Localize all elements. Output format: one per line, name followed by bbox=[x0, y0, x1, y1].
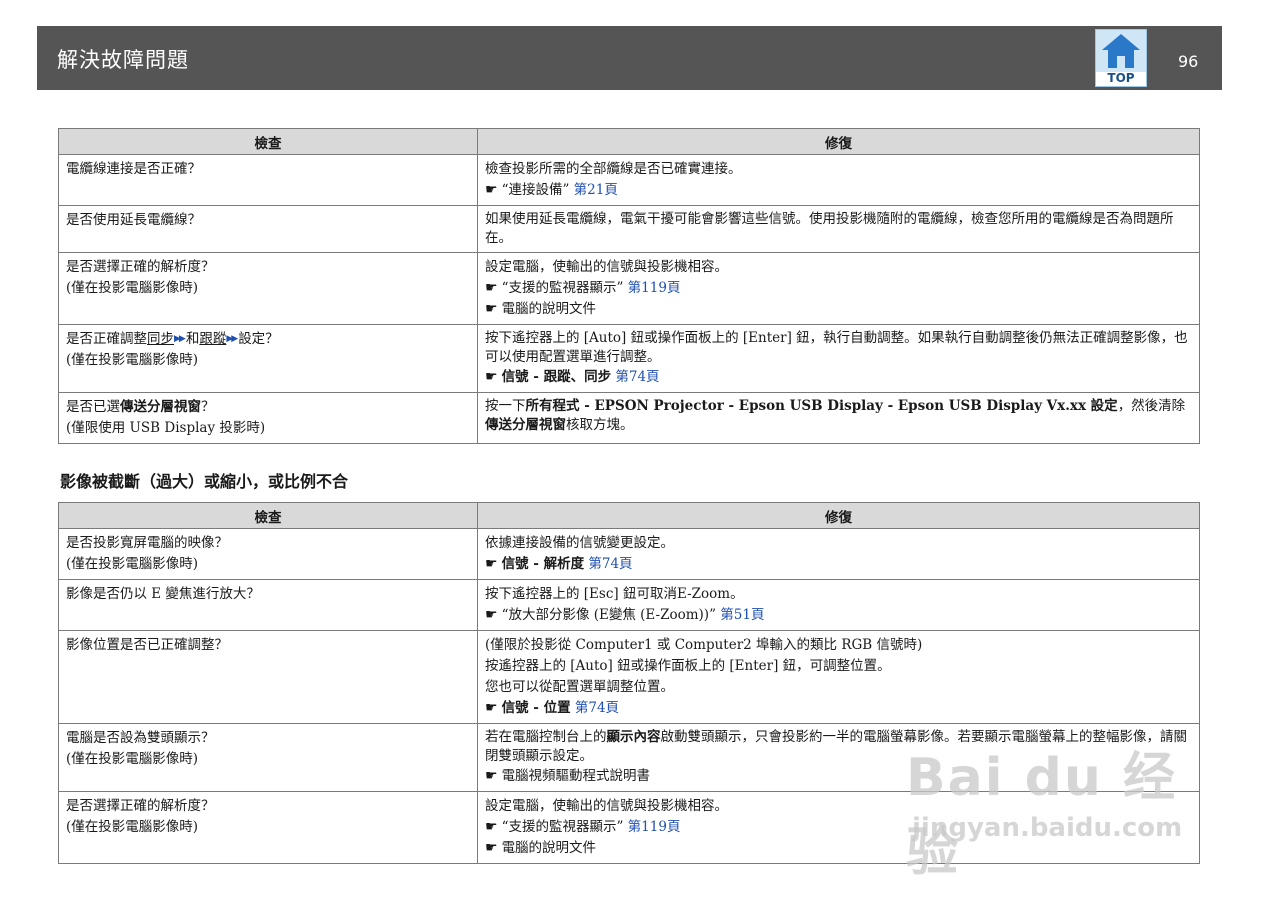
watermark: Bai du 经验 jingyan.baidu.com bbox=[906, 735, 1206, 883]
check-cell: 影像是否仍以 E 變焦進行放大？ bbox=[58, 579, 478, 631]
column-header-fix: 修復 bbox=[477, 502, 1200, 529]
check-cell: 是否正確調整同步▶▶ 和跟蹤▶▶ 設定？ (僅在投影電腦影像時) bbox=[58, 324, 478, 393]
top-label: TOP bbox=[1107, 71, 1135, 85]
pointing-hand-icon: ☛ bbox=[485, 607, 498, 623]
check-cell: 是否選擇正確的解析度？ (僅在投影電腦影像時) bbox=[58, 791, 478, 864]
house-icon bbox=[1096, 30, 1146, 72]
fix-cell: 按下遙控器上的 [Auto] 鈕或操作面板上的 [Enter] 鈕，執行自動調整… bbox=[477, 324, 1200, 393]
glossary-arrow-icon: ▶▶ bbox=[174, 334, 186, 344]
pointing-hand-icon: ☛ bbox=[485, 768, 498, 784]
page-header: 解決故障問題 TOP 96 bbox=[37, 26, 1222, 90]
pointing-hand-icon: ☛ bbox=[485, 280, 498, 296]
page-title: 解決故障問題 bbox=[57, 48, 189, 72]
table-row: 是否選擇正確的解析度？ (僅在投影電腦影像時) 設定電腦，使輸出的信號與投影機相… bbox=[58, 252, 1200, 325]
top-button[interactable]: TOP bbox=[1095, 29, 1147, 87]
watermark-url: jingyan.baidu.com bbox=[912, 813, 1183, 843]
glossary-arrow-icon: ▶▶ bbox=[226, 334, 238, 344]
watermark-brand: Bai du 经验 bbox=[906, 748, 1177, 883]
pointing-hand-icon: ☛ bbox=[485, 301, 498, 317]
table-row: 是否已選傳送分層視窗？ (僅限使用 USB Display 投影時) 按一下所有… bbox=[58, 392, 1200, 444]
pointing-hand-icon: ☛ bbox=[485, 556, 498, 572]
page-number: 96 bbox=[1178, 52, 1199, 71]
table-row: 是否使用延長電纜線？ 如果使用延長電纜線，電氣干擾可能會影響這些信號。使用投影機… bbox=[58, 205, 1200, 253]
fix-cell: 按一下所有程式 - EPSON Projector - Epson USB Di… bbox=[477, 392, 1200, 444]
page-link[interactable]: 第119頁 bbox=[628, 280, 681, 296]
fix-cell: 按下遙控器上的 [Esc] 鈕可取消E-Zoom。 ☛ “放大部分影像 (E變焦 … bbox=[477, 579, 1200, 631]
table-row: 影像位置是否已正確調整？ (僅限於投影從 Computer1 或 Compute… bbox=[58, 630, 1200, 724]
page-link[interactable]: 第51頁 bbox=[720, 607, 764, 623]
page-link[interactable]: 第74頁 bbox=[575, 700, 619, 716]
troubleshoot-table-1: 檢查 修復 電纜線連接是否正確？ 檢查投影所需的全部纜線是否已確實連接。 ☛ “連… bbox=[58, 128, 1200, 444]
pointing-hand-icon: ☛ bbox=[485, 840, 498, 856]
check-cell: 是否選擇正確的解析度？ (僅在投影電腦影像時) bbox=[58, 252, 478, 325]
check-cell: 是否使用延長電纜線？ bbox=[58, 205, 478, 253]
table-row: 影像是否仍以 E 變焦進行放大？ 按下遙控器上的 [Esc] 鈕可取消E-Zoo… bbox=[58, 579, 1200, 631]
page-link[interactable]: 第21頁 bbox=[574, 182, 618, 198]
fix-cell: 如果使用延長電纜線，電氣干擾可能會影響這些信號。使用投影機隨附的電纜線，檢查您所… bbox=[477, 205, 1200, 253]
check-cell: 是否投影寬屏電腦的映像？ (僅在投影電腦影像時) bbox=[58, 528, 478, 580]
column-header-fix: 修復 bbox=[477, 128, 1200, 155]
table-row: 是否正確調整同步▶▶ 和跟蹤▶▶ 設定？ (僅在投影電腦影像時) 按下遙控器上的 [… bbox=[58, 324, 1200, 393]
check-cell: 影像位置是否已正確調整？ bbox=[58, 630, 478, 724]
table-row: 電纜線連接是否正確？ 檢查投影所需的全部纜線是否已確實連接。 ☛ “連接設備” 第… bbox=[58, 154, 1200, 206]
pointing-hand-icon: ☛ bbox=[485, 819, 498, 835]
table-header-row: 檢查 修復 bbox=[58, 502, 1200, 529]
pointing-hand-icon: ☛ bbox=[485, 182, 498, 198]
fix-cell: 依據連接設備的信號變更設定。 ☛ 信號 - 解析度 第74頁 bbox=[477, 528, 1200, 580]
fix-cell: (僅限於投影從 Computer1 或 Computer2 埠輸入的類比 RGB… bbox=[477, 630, 1200, 724]
page-link[interactable]: 第74頁 bbox=[615, 369, 659, 385]
fix-cell: 設定電腦，使輸出的信號與投影機相容。 ☛ “支援的監視器顯示” 第119頁 ☛ 電腦… bbox=[477, 252, 1200, 325]
column-header-check: 檢查 bbox=[58, 128, 478, 155]
check-cell: 是否已選傳送分層視窗？ (僅限使用 USB Display 投影時) bbox=[58, 392, 478, 444]
table-header-row: 檢查 修復 bbox=[58, 128, 1200, 155]
check-cell: 電腦是否設為雙頭顯示？ (僅在投影電腦影像時) bbox=[58, 723, 478, 792]
page-link[interactable]: 第119頁 bbox=[628, 819, 681, 835]
section-heading: 影像被截斷（過大）或縮小，或比例不合 bbox=[60, 472, 349, 491]
pointing-hand-icon: ☛ bbox=[485, 700, 498, 716]
page-link[interactable]: 第74頁 bbox=[588, 556, 632, 572]
check-cell: 電纜線連接是否正確？ bbox=[58, 154, 478, 206]
column-header-check: 檢查 bbox=[58, 502, 478, 529]
pointing-hand-icon: ☛ bbox=[485, 369, 498, 385]
table-row: 是否投影寬屏電腦的映像？ (僅在投影電腦影像時) 依據連接設備的信號變更設定。 … bbox=[58, 528, 1200, 580]
fix-cell: 檢查投影所需的全部纜線是否已確實連接。 ☛ “連接設備” 第21頁 bbox=[477, 154, 1200, 206]
